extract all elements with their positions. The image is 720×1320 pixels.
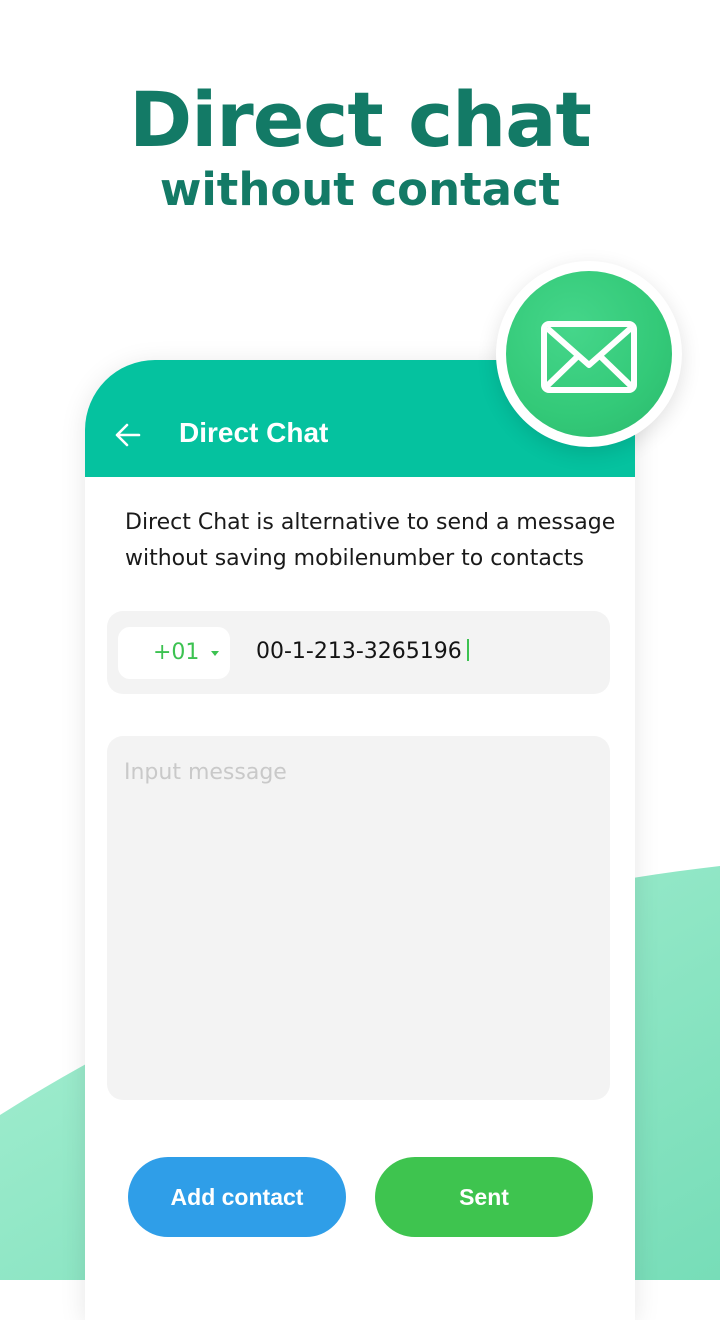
message-input[interactable]: Input message bbox=[107, 736, 610, 1100]
country-code-select[interactable]: +01 bbox=[118, 627, 230, 679]
chevron-down-icon bbox=[211, 651, 219, 656]
country-code-value: +01 bbox=[153, 640, 200, 665]
phone-number-input[interactable]: 00-1-213-3265196 bbox=[256, 637, 469, 667]
message-placeholder: Input message bbox=[124, 760, 287, 785]
sent-button[interactable]: Sent bbox=[375, 1157, 593, 1237]
phone-mockup: Direct Chat Direct Chat is alternative t… bbox=[85, 360, 635, 1320]
envelope-icon bbox=[541, 321, 637, 393]
app-bar-title: Direct Chat bbox=[179, 417, 329, 448]
phone-number-value: 00-1-213-3265196 bbox=[256, 639, 462, 664]
arrow-left-icon bbox=[115, 423, 141, 447]
add-contact-button[interactable]: Add contact bbox=[128, 1157, 346, 1237]
description-text: Direct Chat is alternative to send a mes… bbox=[125, 510, 616, 571]
headline-subtitle: without contact bbox=[159, 163, 561, 216]
back-button[interactable] bbox=[113, 420, 143, 450]
phone-number-row: +01 00-1-213-3265196 bbox=[107, 611, 610, 694]
mail-badge[interactable] bbox=[496, 261, 682, 447]
mail-badge-circle bbox=[506, 271, 672, 437]
headline-title: Direct chat bbox=[129, 75, 592, 164]
text-cursor bbox=[466, 639, 469, 661]
headline: Direct chat without contact bbox=[0, 74, 720, 218]
